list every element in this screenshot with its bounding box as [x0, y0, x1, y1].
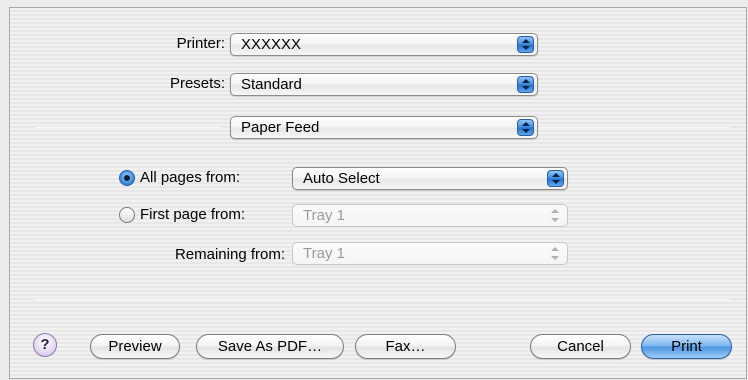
all-pages-radio[interactable] — [119, 169, 135, 186]
first-page-value: Tray 1 — [303, 207, 345, 224]
all-pages-label: All pages from: — [140, 169, 241, 186]
fax-button[interactable]: Fax… — [355, 334, 456, 359]
first-page-radio[interactable] — [119, 206, 135, 223]
remaining-popup[interactable]: Tray 1 — [292, 242, 568, 265]
remaining-label: Remaining from: — [174, 246, 285, 263]
updown-arrows-icon — [517, 36, 534, 53]
save-as-pdf-button[interactable]: Save As PDF… — [196, 334, 344, 359]
print-button[interactable]: Print — [641, 334, 732, 359]
cancel-button[interactable]: Cancel — [530, 334, 631, 359]
presets-label: Presets: — [169, 75, 225, 92]
updown-arrows-icon — [547, 207, 564, 224]
first-page-radio-row[interactable]: First page from: — [119, 206, 245, 223]
preview-button[interactable]: Preview — [90, 334, 180, 359]
panel-value: Paper Feed — [241, 119, 320, 136]
first-page-popup[interactable]: Tray 1 — [292, 204, 568, 227]
printer-value: XXXXXX — [241, 36, 302, 53]
first-page-label: First page from: — [140, 206, 246, 223]
print-dialog: Printer: XXXXXX Presets: Standard Paper … — [9, 7, 747, 379]
updown-arrows-icon — [547, 245, 564, 262]
bottom-separator — [35, 299, 730, 300]
presets-popup[interactable]: Standard — [230, 73, 538, 96]
separator-right — [540, 127, 730, 128]
all-pages-radio-row[interactable]: All pages from: — [119, 169, 240, 186]
all-pages-value: Auto Select — [303, 170, 380, 187]
separator-left — [35, 127, 222, 128]
presets-value: Standard — [241, 76, 302, 93]
remaining-value: Tray 1 — [303, 245, 345, 262]
printer-label: Printer: — [176, 35, 225, 52]
panel-popup[interactable]: Paper Feed — [230, 116, 538, 139]
updown-arrows-icon — [517, 119, 534, 136]
printer-popup[interactable]: XXXXXX — [230, 33, 538, 56]
help-icon[interactable]: ? — [33, 333, 57, 357]
updown-arrows-icon — [517, 76, 534, 93]
all-pages-popup[interactable]: Auto Select — [292, 167, 568, 190]
updown-arrows-icon — [547, 170, 564, 187]
